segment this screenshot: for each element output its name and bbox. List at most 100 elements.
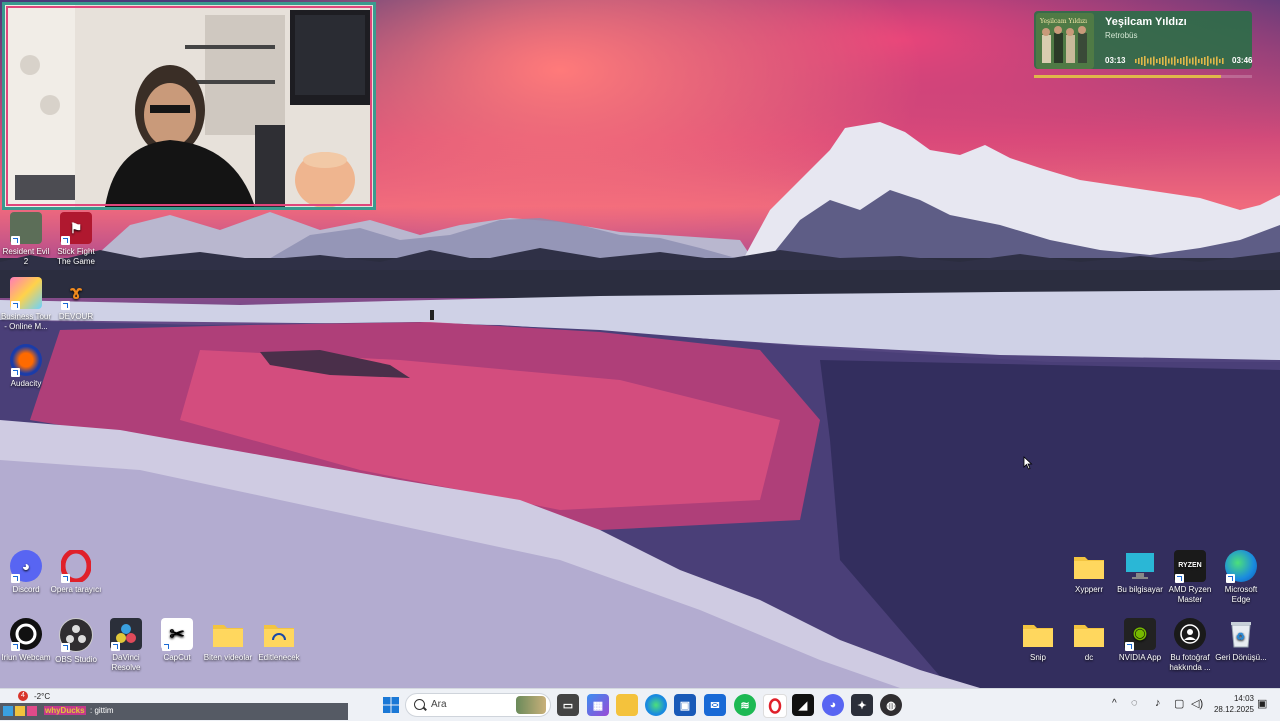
desktop-icon-business-tour[interactable]: Business Tour - Online M... [0, 277, 52, 332]
visualizer-bar [1192, 57, 1194, 65]
discord-icon[interactable]: ◕ [822, 694, 844, 716]
desktop-icon-xypperr[interactable]: Xypperr [1063, 550, 1115, 595]
desktop-icon-label: Microsoft Edge [1224, 585, 1258, 604]
desktop-icon-edge[interactable]: Microsoft Edge [1215, 550, 1267, 605]
desktop-icon-davinci[interactable]: DaVinci Resolve [100, 618, 152, 673]
desktop-icon-dc[interactable]: dc [1063, 618, 1115, 663]
desktop-icon-capcut[interactable]: ✂ CapCut [151, 618, 203, 663]
desktop-icon-resident-evil[interactable]: Resident Evil 2 [0, 212, 52, 267]
desktop-icon-nvidia[interactable]: ◉ NVIDIA App [1114, 618, 1166, 663]
ryzen-master-icon: RYZEN [1174, 550, 1206, 583]
desktop-icon-opera[interactable]: Opera tarayıcı [50, 550, 102, 595]
visualizer-bar [1216, 56, 1218, 66]
outlook-icon[interactable]: ✉ [704, 694, 726, 716]
microsoft-store-icon[interactable]: ▣ [674, 694, 696, 716]
start-icon[interactable] [380, 694, 402, 716]
track-progress-fill [1034, 75, 1222, 78]
display-icon[interactable]: ▢ [1174, 697, 1184, 710]
desktop-icon-label: Geri Dönüşü... [1215, 653, 1267, 662]
tray-chevron-icon[interactable]: ^ [1112, 698, 1117, 709]
volume-icon[interactable]: ◁) [1191, 697, 1203, 710]
mouse-cursor [1023, 456, 1033, 470]
file-explorer-icon[interactable] [616, 694, 638, 716]
this-pc-icon [1124, 550, 1156, 582]
desktop-icon-obs[interactable]: OBS Studio [50, 618, 102, 665]
microphone-icon[interactable]: ♪ [1155, 697, 1161, 709]
spotify-icon[interactable]: ≋ [734, 694, 756, 716]
capcut-icon: ✂ [161, 618, 193, 651]
visualizer-bar [1162, 57, 1164, 65]
notification-icon[interactable]: ▣ [1257, 697, 1267, 710]
folder-icon [1073, 550, 1105, 582]
desktop-icon-label: Discord [12, 585, 40, 594]
desktop-icon-label: Biten videolar [203, 653, 253, 662]
edge-icon [1225, 550, 1257, 583]
visualizer-bar [1210, 58, 1212, 64]
capcut-icon[interactable]: ◢ [792, 694, 814, 716]
album-art: Yeşilcam Yıldızı [1036, 13, 1094, 69]
opera-icon [60, 550, 92, 583]
weather-badge: 4 [18, 691, 28, 701]
network-icon[interactable]: ◌ [1131, 697, 1138, 709]
visualizer-bar [1195, 56, 1197, 66]
desktop-icon-stick-fight[interactable]: ⚑ Stick Fight The Game [50, 212, 102, 267]
desktop-icon-label: DaVinci Resolve [111, 653, 141, 672]
desktop-icon-label: Stick Fight The Game [57, 247, 95, 266]
desktop-icon-photo-info[interactable]: Bu fotoğraf hakkında ... [1164, 618, 1216, 673]
desktop-icon-devour[interactable]: ɤ DEVOUR [50, 277, 102, 322]
desktop-icon-label: Opera tarayıcı [50, 585, 102, 594]
desktop-icon-snip[interactable]: Snip [1012, 618, 1064, 663]
visualizer-bar [1171, 57, 1173, 65]
ms-store-icon[interactable]: ▦ [587, 694, 609, 716]
obs-icon [59, 618, 93, 652]
taskbar-search[interactable]: Ara [405, 693, 551, 717]
desktop-icon-label: Bu bilgisayar [1117, 585, 1163, 594]
visualizer-bar [1186, 56, 1188, 66]
desktop-icon-discord[interactable]: ◕ Discord [0, 550, 52, 595]
visualizer-bar [1189, 58, 1191, 64]
desktop-icon-editlenecek[interactable]: Editlenecek [253, 618, 305, 663]
clock-date[interactable]: 28.12.2025 [1208, 705, 1254, 714]
desktop-icon-label: Business Tour - Online M... [0, 312, 52, 331]
visualizer-bar [1135, 59, 1137, 63]
desktop-icon-label: Audacity [10, 379, 42, 388]
clock-time[interactable]: 14:03 [1214, 694, 1254, 703]
total-time: 03:46 [1232, 56, 1253, 65]
folder-icon [1073, 618, 1105, 650]
visualizer-bar [1204, 57, 1206, 65]
chat-badge-icon [3, 706, 13, 716]
photo-info-icon [1174, 618, 1206, 650]
weather-temp[interactable]: -2°C [34, 692, 50, 701]
visualizer-bar [1174, 56, 1176, 66]
nvidia-icon: ◉ [1124, 618, 1156, 651]
devour-icon: ɤ [60, 277, 92, 310]
davinci-icon[interactable]: ✦ [851, 694, 873, 716]
desktop-icon-label: Bu fotoğraf hakkında ... [1169, 653, 1211, 672]
desktop-icon-label: Resident Evil 2 [2, 247, 50, 266]
obs-icon[interactable]: ◍ [880, 694, 902, 716]
desktop-icon-bu-bilgisayar[interactable]: Bu bilgisayar [1114, 550, 1166, 595]
desktop-icon-iriun[interactable]: Iriun Webcam [0, 618, 52, 663]
folder-icon [1022, 618, 1054, 650]
resident-evil-icon [10, 212, 42, 245]
visualizer-bar [1168, 58, 1170, 64]
track-progress-bar[interactable] [1034, 75, 1252, 78]
ryzen-badge: RYZEN [1178, 562, 1202, 569]
davinci-icon [110, 618, 142, 651]
desktop-icon-label: OBS Studio [55, 655, 97, 664]
now-playing-widget[interactable]: Yeşilcam Yıldızı Yeşilcam Yıldızı Retrob… [1034, 11, 1252, 69]
recycle-bin-icon: ♻ [1225, 618, 1257, 650]
visualizer-bar [1207, 56, 1209, 66]
task-view-icon[interactable]: ▭ [557, 694, 579, 716]
visualizer-bar [1165, 56, 1167, 66]
desktop-icon-biten-videolar[interactable]: Biten videolar [202, 618, 254, 663]
search-highlight-icon [516, 696, 546, 714]
edge-icon[interactable] [645, 694, 667, 716]
visualizer-bar [1138, 58, 1140, 64]
desktop-icon-label: Xypperr [1074, 585, 1103, 594]
desktop-icon-recycle-bin[interactable]: ♻ Geri Dönüşü... [1215, 618, 1267, 663]
opera-icon[interactable] [763, 694, 787, 718]
desktop-icon-label: Iriun Webcam [1, 653, 51, 662]
desktop-icon-ryzen-master[interactable]: RYZEN AMD Ryzen Master [1164, 550, 1216, 605]
desktop-icon-audacity[interactable]: Audacity [0, 344, 52, 389]
